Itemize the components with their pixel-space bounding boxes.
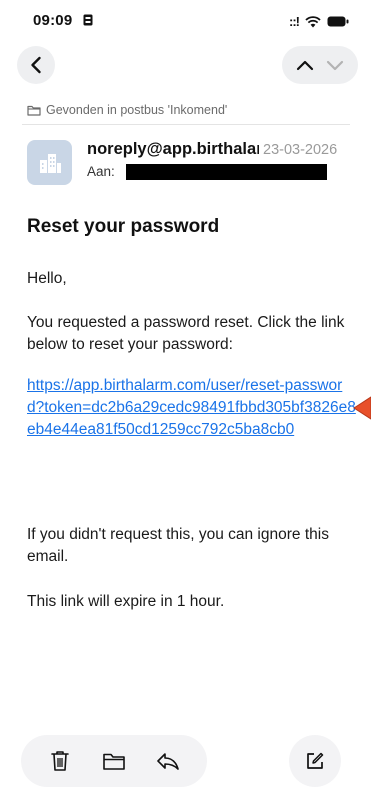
reply-icon (157, 753, 179, 770)
reset-password-link[interactable]: https://app.birthalarm.com/user/reset-pa… (27, 375, 357, 441)
avatar[interactable] (27, 140, 72, 185)
status-indicators: ::! (289, 14, 349, 29)
chevron-up-icon (296, 60, 314, 70)
compose-button[interactable] (289, 735, 341, 787)
message-date: 23-03-2026 (263, 142, 338, 158)
ignore-text: If you didn't request this, you can igno… (27, 526, 329, 565)
divider (22, 124, 350, 125)
redacted-recipient (126, 164, 327, 180)
back-button[interactable] (17, 46, 55, 84)
wifi-icon (305, 15, 321, 27)
move-button[interactable] (97, 744, 131, 778)
found-in-mailbox: Gevonden in postbus 'Inkomend' (27, 103, 227, 117)
reply-button[interactable] (151, 744, 185, 778)
found-in-text: Gevonden in postbus 'Inkomend' (46, 103, 228, 117)
chevron-left-icon (31, 56, 41, 74)
folder-icon (27, 105, 41, 116)
folder-icon (103, 753, 125, 770)
sender-address[interactable]: noreply@app.birthalarm.com (87, 140, 259, 159)
status-bar: 09:09 ::! (0, 0, 371, 40)
building-icon (39, 153, 61, 173)
chevron-down-icon (326, 60, 344, 70)
lock-icon (83, 14, 93, 26)
expire-text: This link will expire in 1 hour. (27, 593, 225, 610)
request-text: You requested a password reset. Click th… (27, 314, 345, 353)
to-label: Aan: (87, 164, 115, 179)
signal-indicator: ::! (289, 14, 300, 29)
action-toolbar (21, 735, 207, 787)
previous-message-button[interactable] (290, 48, 320, 82)
compose-icon (307, 752, 324, 769)
greeting: Hello, (27, 270, 67, 287)
message-navigation (282, 46, 358, 84)
status-time: 09:09 (33, 12, 73, 29)
battery-icon (327, 16, 349, 27)
trash-icon (51, 751, 69, 771)
subject: Reset your password (27, 216, 220, 237)
annotation-arrow-icon (353, 396, 371, 420)
delete-button[interactable] (43, 744, 77, 778)
next-message-button[interactable] (320, 48, 350, 82)
